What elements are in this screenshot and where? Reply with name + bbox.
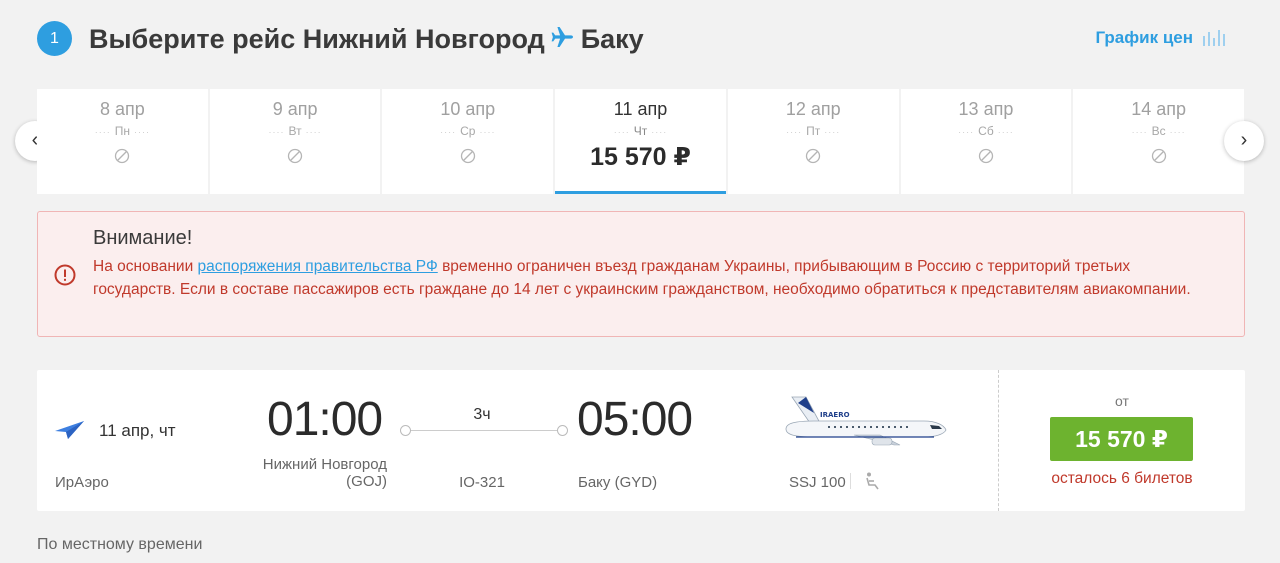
weekday-label: Пт <box>728 123 899 140</box>
route-start-dot <box>400 425 411 436</box>
date-label: 9 апр <box>272 99 318 119</box>
date-label: 13 апр <box>958 99 1014 119</box>
price-chart-link[interactable]: График цен <box>1095 18 1225 58</box>
svg-text:IRAERO: IRAERO <box>820 411 850 419</box>
government-order-link[interactable]: распоряжения правительства РФ <box>198 258 438 275</box>
divider <box>850 473 851 489</box>
aircraft-image: IRAERO <box>784 395 948 456</box>
weekday-label: Сб <box>901 123 1072 140</box>
no-flights-icon <box>114 148 130 169</box>
price-chart-label: График цен <box>1095 28 1193 47</box>
seat-icon <box>864 472 880 495</box>
date-tab[interactable]: 10 апр Ср <box>382 89 554 194</box>
arrival-city: Баку (GYD) <box>578 474 658 491</box>
date-tab[interactable]: 8 апр Пн <box>37 89 208 194</box>
alert-message: На основании распоряжения правительства … <box>93 256 1213 301</box>
date-label: 10 апр <box>440 99 496 119</box>
price-section: от 15 570 ₽ осталось 6 билетов <box>998 370 1245 511</box>
no-flights-icon <box>805 148 821 169</box>
route-end-dot <box>557 425 568 436</box>
warning-alert: Внимание! На основании распоряжения прав… <box>37 211 1245 337</box>
from-city: Нижний Новгород <box>302 24 545 55</box>
departure-airport-code: (GOJ) <box>346 473 387 490</box>
step-number-badge: 1 <box>37 21 72 56</box>
airline-name: ИрАэро <box>55 474 109 491</box>
weekday-label: Вс <box>1073 123 1244 140</box>
airline-logo-icon <box>54 419 86 446</box>
page-header: 1 Выберите рейс Нижний Новгород Баку Граф… <box>37 18 1245 60</box>
alert-text-before-link: На основании <box>93 258 198 275</box>
date-label: 11 апр <box>613 99 668 119</box>
date-tab[interactable]: 11 апр Чт 15 570 ₽ <box>555 89 726 194</box>
departure-time: 01:00 <box>267 393 383 446</box>
date-label: 14 апр <box>1131 99 1187 119</box>
exclamation-icon <box>54 264 76 291</box>
date-tab[interactable]: 9 апр Вт <box>209 89 381 194</box>
weekday-label: Чт <box>555 123 726 140</box>
date-price: 15 570 ₽ <box>590 142 691 171</box>
plane-icon <box>551 18 575 60</box>
route-line <box>400 425 568 436</box>
alert-title: Внимание! <box>93 227 193 249</box>
price-from-label: от <box>1115 393 1129 409</box>
flight-number: IO-321 <box>459 474 505 491</box>
date-label: 12 апр <box>785 99 841 119</box>
local-time-note: По местному времени <box>37 536 203 553</box>
no-flights-icon <box>1151 148 1167 169</box>
no-flights-icon <box>287 148 303 169</box>
to-city: Баку <box>580 24 644 55</box>
no-flights-icon <box>978 148 994 169</box>
arrival-time: 05:00 <box>577 393 693 446</box>
bar-chart-icon <box>1203 30 1225 46</box>
no-flights-icon <box>460 148 476 169</box>
flight-date: 11 апр, чт <box>99 421 176 440</box>
weekday-label: Вт <box>210 123 381 140</box>
next-dates-button[interactable]: › <box>1224 121 1264 161</box>
date-selector: 8 апр Пн 9 апр Вт 10 апр Ср 11 апр Чт 15 570 ₽ 12… <box>37 89 1245 194</box>
weekday-label: Ср <box>382 123 553 140</box>
weekday-label: Пн <box>37 123 208 140</box>
flight-card[interactable]: 11 апр, чт ИрАэро 01:00 Нижний Новгород … <box>37 370 1245 511</box>
date-label: 8 апр <box>99 99 145 119</box>
title-prefix: Выберите рейс <box>89 24 296 55</box>
date-tab[interactable]: 13 апр Сб <box>900 89 1072 194</box>
date-tab[interactable]: 14 апр Вс <box>1073 89 1245 194</box>
page-title: Выберите рейс Нижний Новгород Баку <box>89 18 644 64</box>
tickets-left-note: осталось 6 билетов <box>1051 470 1193 487</box>
aircraft-model: SSJ 100 <box>789 474 846 491</box>
departure-city: Нижний Новгород (GOJ) <box>237 456 387 490</box>
select-flight-button[interactable]: 15 570 ₽ <box>1050 417 1193 461</box>
departure-city-name: Нижний Новгород <box>262 456 387 473</box>
date-tab[interactable]: 12 апр Пт <box>727 89 899 194</box>
flight-duration: 3ч <box>473 406 491 423</box>
